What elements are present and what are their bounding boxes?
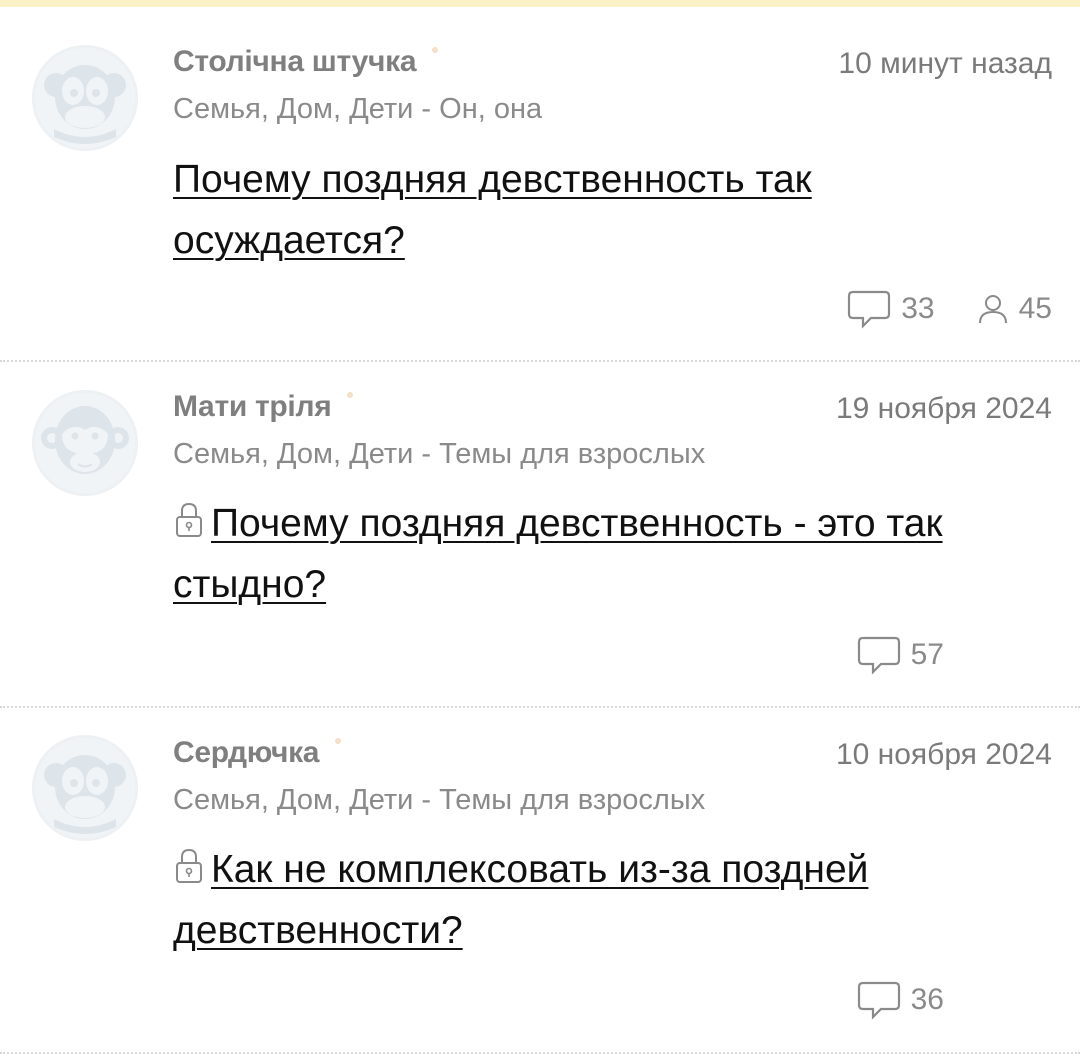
comment-bubble-icon bbox=[857, 980, 901, 1020]
comment-count-value: 36 bbox=[910, 983, 944, 1016]
post-timestamp: 10 ноября 2024 bbox=[835, 738, 1052, 771]
post-timestamp: 10 минут назад bbox=[838, 47, 1052, 80]
forum-category[interactable]: Семья, Дом, Дети - Темы для взрослых bbox=[173, 784, 705, 817]
monkey-avatar-icon[interactable] bbox=[32, 45, 138, 151]
topic-list-item[interactable]: Сердючка 10 ноября 2024 Семья, Дом, Дети… bbox=[0, 708, 1080, 1051]
topic-title-link[interactable]: Как не комплексовать из-за поздней девст… bbox=[173, 848, 868, 952]
comment-bubble-icon bbox=[857, 635, 901, 675]
topic-stats: 57 bbox=[857, 635, 944, 675]
author-name-text[interactable]: Мати тріля bbox=[173, 390, 332, 423]
online-status-dot bbox=[432, 47, 439, 53]
topic-title[interactable]: Почему поздняя девственность - это так с… bbox=[173, 493, 1013, 615]
topic-title-link[interactable]: Почему поздняя девственность - это так с… bbox=[173, 502, 943, 606]
participant-count: 45 bbox=[977, 291, 1052, 327]
comment-count: 36 bbox=[857, 980, 944, 1020]
topic-title-link[interactable]: Почему поздняя девственность так осуждае… bbox=[173, 158, 812, 262]
author-name[interactable]: Столічна штучка bbox=[173, 45, 439, 79]
person-icon bbox=[977, 291, 1009, 327]
participant-count-value: 45 bbox=[1018, 292, 1052, 325]
lock-icon bbox=[173, 846, 205, 886]
topic-title[interactable]: Как не комплексовать из-за поздней девст… bbox=[173, 839, 1013, 961]
top-banner-strip bbox=[0, 0, 1080, 7]
online-status-dot bbox=[335, 738, 342, 744]
comment-bubble-icon bbox=[847, 289, 891, 329]
topic-stats: 36 bbox=[857, 980, 944, 1020]
topic-stats: 33 45 bbox=[847, 289, 1052, 329]
forum-category[interactable]: Семья, Дом, Дети - Темы для взрослых bbox=[173, 438, 705, 471]
topic-list-item[interactable]: Столічна штучка 10 минут назад Семья, До… bbox=[0, 7, 1080, 359]
author-name-text[interactable]: Сердючка bbox=[173, 736, 319, 769]
topic-title[interactable]: Почему поздняя девственность так осуждае… bbox=[173, 149, 1013, 271]
author-name-text[interactable]: Столічна штучка bbox=[173, 45, 417, 78]
post-timestamp: 19 ноября 2024 bbox=[835, 392, 1052, 425]
online-status-dot bbox=[347, 392, 354, 398]
author-name[interactable]: Мати тріля bbox=[173, 390, 354, 424]
lock-icon bbox=[173, 500, 205, 540]
comment-count: 33 bbox=[847, 289, 935, 329]
list-divider bbox=[0, 1052, 1080, 1054]
author-name[interactable]: Сердючка bbox=[173, 736, 342, 770]
forum-category[interactable]: Семья, Дом, Дети - Он, она bbox=[173, 93, 542, 126]
monkey-avatar-icon[interactable] bbox=[32, 735, 138, 841]
comment-count-value: 33 bbox=[901, 292, 935, 325]
topic-list-item[interactable]: Мати тріля 19 ноября 2024 Семья, Дом, Де… bbox=[0, 362, 1080, 705]
comment-count-value: 57 bbox=[910, 638, 944, 671]
monkey-avatar-icon[interactable] bbox=[32, 390, 138, 496]
comment-count: 57 bbox=[857, 635, 944, 675]
